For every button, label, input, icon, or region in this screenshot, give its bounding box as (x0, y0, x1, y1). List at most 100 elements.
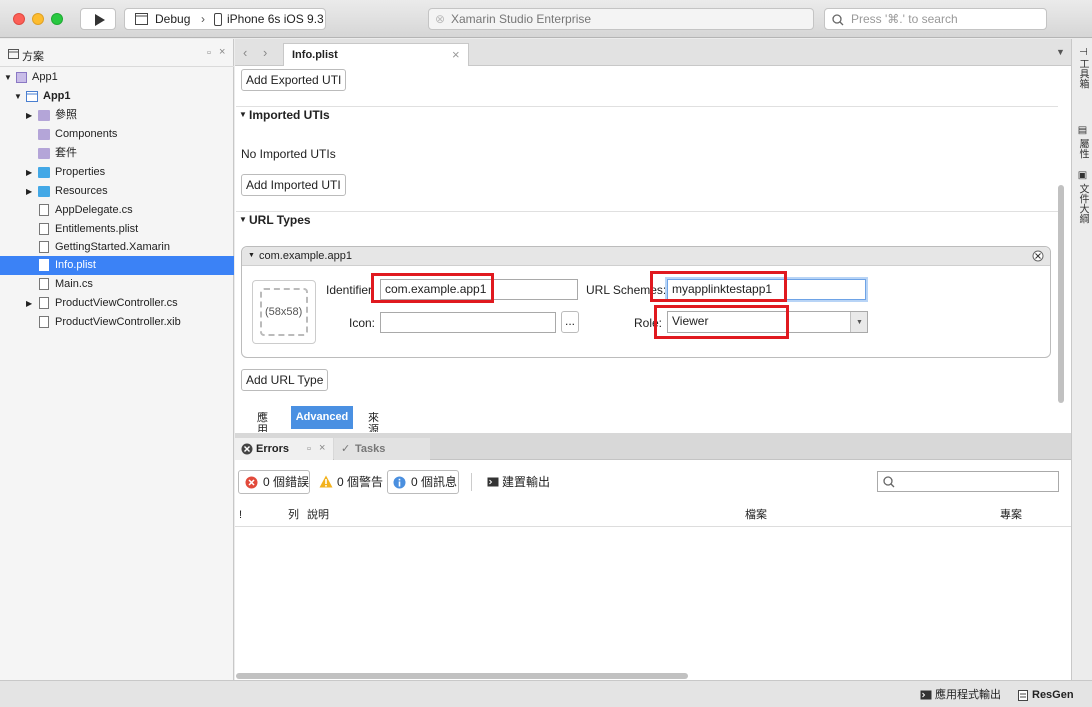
properties-icon: ▤ (1077, 125, 1088, 139)
errors-horizontal-scrollbar[interactable] (236, 673, 688, 679)
tab-errors[interactable]: Errors ▫ × (235, 438, 333, 460)
tree-item-info-plist[interactable]: Info.plist (0, 256, 234, 275)
browse-icon-button[interactable]: ... (561, 311, 579, 333)
tree-item-references[interactable]: ▶ 參照 (0, 106, 234, 125)
tab-application[interactable]: 應用 (257, 412, 269, 432)
plist-file-icon (39, 259, 49, 271)
url-type-image-well[interactable]: (58x58) (252, 280, 316, 344)
run-button[interactable] (80, 8, 116, 30)
close-icon[interactable]: × (319, 442, 325, 454)
tree-project-app1[interactable]: ▼ App1 (0, 87, 234, 106)
add-url-type-button[interactable]: Add URL Type (241, 369, 329, 391)
plist-editor (235, 39, 1071, 433)
tree-item-packages[interactable]: 套件 (0, 144, 234, 163)
add-imported-uti-button[interactable]: Add Imported UTI (241, 174, 346, 196)
tree-label: ProductViewController.xib (55, 316, 181, 328)
back-icon[interactable]: ‹ (243, 45, 247, 60)
minimize-window-button[interactable] (32, 13, 44, 25)
tree-label: 套件 (55, 147, 77, 159)
expanded-arrow-icon[interactable]: ▼ (248, 252, 255, 259)
icon-input[interactable] (380, 312, 556, 333)
toolbox-pad-button[interactable]: ⊤ 工具箱 (1075, 47, 1090, 89)
section-expanded-arrow-icon[interactable]: ▼ (239, 110, 247, 119)
errors-search-input[interactable] (877, 471, 1059, 492)
file-icon (39, 241, 49, 253)
tree-item-main-cs[interactable]: Main.cs (0, 275, 234, 294)
hammer-icon: ⊤ (1077, 47, 1088, 59)
close-tab-icon[interactable]: × (452, 47, 460, 62)
references-folder-icon (38, 110, 50, 121)
tree-item-appdelegate[interactable]: AppDelegate.cs (0, 201, 234, 220)
error-icon (245, 476, 258, 489)
info-icon (393, 476, 406, 489)
errors-count: 0 個錯誤 (263, 475, 310, 489)
project-icon (26, 91, 38, 102)
errors-filter-button[interactable]: 0 個錯誤 (238, 470, 310, 494)
tree-item-productviewcontroller-cs[interactable]: ▶ ProductViewController.cs (0, 294, 234, 313)
section-expanded-arrow-icon[interactable]: ▼ (239, 215, 247, 224)
collapsed-arrow-icon[interactable]: ▶ (26, 294, 32, 313)
expanded-arrow-icon[interactable]: ▼ (14, 87, 22, 106)
forward-icon[interactable]: › (263, 45, 267, 60)
collapsed-arrow-icon[interactable]: ▶ (26, 182, 32, 201)
identifier-highlight (371, 273, 494, 303)
url-types-header[interactable]: URL Types (249, 213, 311, 227)
tab-title: Info.plist (292, 49, 338, 61)
dropdown-button[interactable]: ▼ (850, 312, 867, 332)
tree-item-productviewcontroller-xib[interactable]: ProductViewController.xib (0, 313, 234, 332)
col-severity[interactable]: ! (239, 503, 242, 527)
warnings-filter-button[interactable]: 0 個警告 (317, 470, 383, 494)
window-toolbar: Debug › iPhone 6s iOS 9.3 ⊗ Xamarin Stud… (0, 0, 1092, 38)
close-window-button[interactable] (13, 13, 25, 25)
remove-url-type-icon[interactable] (1032, 250, 1044, 262)
components-folder-icon (38, 129, 50, 140)
expanded-arrow-icon[interactable]: ▼ (4, 68, 12, 87)
search-icon (883, 476, 895, 488)
col-line[interactable]: 列 (288, 503, 299, 527)
properties-pad-button[interactable]: ▤ 屬性 (1075, 125, 1090, 159)
close-icon[interactable]: × (219, 46, 225, 58)
add-exported-uti-button[interactable]: Add Exported UTI (241, 69, 347, 91)
device-label: iPhone 6s iOS 9.3 (227, 12, 324, 26)
window-icon (135, 13, 148, 25)
role-highlight (654, 305, 789, 339)
tab-info-plist[interactable]: Info.plist × (283, 43, 469, 66)
col-file[interactable]: 檔案 (745, 503, 767, 527)
tree-label: App1 (43, 90, 71, 102)
dock-icon[interactable]: ▫ (307, 443, 311, 455)
build-output-button[interactable]: 建置輸出 (485, 470, 555, 494)
solution-icon (8, 49, 19, 59)
document-outline-pad-button[interactable]: ▣ 文件大綱 (1075, 170, 1090, 224)
col-project[interactable]: 專案 (1000, 503, 1022, 527)
resgen-button[interactable]: ResGen (1016, 687, 1074, 703)
zoom-window-button[interactable] (51, 13, 63, 25)
tree-item-components[interactable]: Components (0, 125, 234, 144)
tree-item-resources[interactable]: ▶ Resources (0, 182, 234, 201)
properties-label: 屬性 (1077, 138, 1088, 159)
terminal-icon (920, 690, 932, 700)
col-description[interactable]: 說明 (307, 503, 329, 527)
imported-utis-header[interactable]: Imported UTIs (249, 108, 330, 122)
csharp-file-icon (39, 204, 49, 216)
application-output-button[interactable]: 應用程式輸出 (918, 687, 1001, 703)
collapsed-arrow-icon[interactable]: ▶ (26, 163, 32, 182)
dock-icon[interactable]: ▫ (207, 47, 211, 59)
tree-item-properties[interactable]: ▶ Properties (0, 163, 234, 182)
tab-label: Errors (256, 443, 290, 455)
document-outline-label: 文件大綱 (1077, 183, 1088, 224)
tree-item-gettingstarted[interactable]: GettingStarted.Xamarin (0, 238, 234, 257)
image-size-placeholder: (58x58) (265, 306, 303, 318)
tree-item-entitlements[interactable]: Entitlements.plist (0, 220, 234, 239)
tab-source[interactable]: 來源 (368, 412, 380, 432)
tab-dropdown-icon[interactable]: ▼ (1056, 47, 1065, 57)
tab-tasks[interactable]: ✓ Tasks (334, 438, 430, 460)
tab-advanced[interactable]: Advanced (291, 406, 353, 429)
editor-scrollbar-thumb[interactable] (1058, 185, 1064, 403)
search-input[interactable]: Press '⌘.' to search (824, 8, 1047, 30)
messages-filter-button[interactable]: 0 個訊息 (387, 470, 459, 494)
warnings-count: 0 個警告 (337, 475, 384, 489)
tree-label: Components (55, 128, 118, 140)
tree-solution-app1[interactable]: ▼ App1 (0, 68, 234, 87)
collapsed-arrow-icon[interactable]: ▶ (26, 106, 32, 125)
run-configuration-selector[interactable]: Debug › iPhone 6s iOS 9.3 (124, 8, 326, 30)
